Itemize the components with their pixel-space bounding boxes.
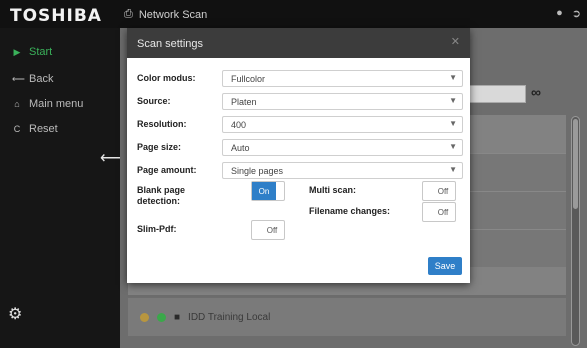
scrollbar[interactable] <box>571 116 580 346</box>
chevron-down-icon: ▼ <box>449 119 457 128</box>
source-select[interactable]: Platen ▼ <box>222 93 463 110</box>
resolution-value: 400 <box>231 120 247 130</box>
home-icon: ⌂ <box>14 99 20 109</box>
top-bar: TOSHIBA ⎙ Network Scan ● ➲ <box>0 0 587 28</box>
save-button[interactable]: Save <box>428 257 462 275</box>
status-dot-icon <box>157 312 166 322</box>
multi-scan-toggle[interactable]: Off <box>422 181 456 201</box>
dialog-header: Scan settings ✕ <box>127 28 470 58</box>
sidebar-item-reset[interactable]: C Reset <box>0 118 120 140</box>
color-modus-select[interactable]: Fullcolor ▼ <box>222 70 463 87</box>
filename-changes-label: Filename changes: <box>309 206 391 216</box>
sidebar-item-main-menu[interactable]: ⌂ Main menu <box>0 93 120 115</box>
list-item-idd-training[interactable]: ■ IDD Training Local <box>128 298 566 336</box>
source-value: Platen <box>231 97 257 107</box>
close-icon[interactable]: ✕ <box>451 35 460 48</box>
sidebar-item-label: Main menu <box>29 98 84 110</box>
sidebar-item-label: Start <box>29 46 53 58</box>
toggle-knob <box>423 203 431 221</box>
gear-icon[interactable]: ⚙ <box>8 304 22 324</box>
sidebar-item-start[interactable]: ▶ Start <box>0 41 120 63</box>
color-modus-label: Color modus: <box>137 73 196 83</box>
sidebar-item-label: Back <box>29 73 54 85</box>
sidebar-item-back[interactable]: ⟵ Back <box>0 68 120 90</box>
color-modus-value: Fullcolor <box>231 74 266 84</box>
toggle-state: Off <box>437 186 449 196</box>
page-amount-value: Single pages <box>231 166 284 176</box>
toggle-state: Off <box>437 207 449 217</box>
page-size-select[interactable]: Auto ▼ <box>222 139 463 156</box>
play-icon: ▶ <box>13 46 21 57</box>
status-dot-icon <box>140 312 149 322</box>
printer-icon: ⎙ <box>124 8 133 20</box>
scan-settings-dialog: Scan settings ✕ Color modus: Fullcolor ▼ … <box>127 28 470 283</box>
resolution-label: Resolution: <box>137 119 187 129</box>
toggle-knob <box>252 221 260 239</box>
slim-pdf-label: Slim-Pdf: <box>137 224 177 234</box>
user-icon[interactable]: ● <box>556 7 563 20</box>
dialog-title: Scan settings <box>137 38 204 50</box>
blank-page-detection-toggle[interactable]: On <box>251 181 285 201</box>
arrow-left-icon: ⟵ <box>12 73 25 84</box>
brand-logo: TOSHIBA <box>10 6 102 26</box>
chevron-down-icon: ▼ <box>449 142 457 151</box>
toggle-state: On <box>252 182 276 200</box>
scrollbar-thumb[interactable] <box>573 119 578 209</box>
logout-icon[interactable]: ➲ <box>572 7 581 20</box>
filename-changes-toggle[interactable]: Off <box>422 202 456 222</box>
toggle-state: Off <box>266 225 278 235</box>
slim-pdf-toggle[interactable]: Off <box>251 220 285 240</box>
page-title: Network Scan <box>138 8 208 21</box>
multi-scan-label: Multi scan: <box>309 185 357 195</box>
chevron-down-icon: ▼ <box>449 165 457 174</box>
chevron-down-icon: ▼ <box>449 96 457 105</box>
blank-page-detection-label: Blank page detection: <box>137 185 186 206</box>
top-bar-title: ⎙ Network Scan <box>124 8 207 21</box>
page-amount-select[interactable]: Single pages ▼ <box>222 162 463 179</box>
chevron-down-icon: ▼ <box>449 73 457 82</box>
page-size-label: Page size: <box>137 142 182 152</box>
sidebar: ▶ Start ⟵ Back ⌂ Main menu C Reset <box>0 28 120 348</box>
source-label: Source: <box>137 96 171 106</box>
sidebar-item-label: Reset <box>29 123 58 135</box>
toggle-knob <box>276 182 284 200</box>
page-amount-label: Page amount: <box>137 165 197 175</box>
folder-icon: ■ <box>174 311 181 323</box>
link-icon[interactable]: ∞ <box>531 84 541 100</box>
reset-icon: C <box>13 124 21 134</box>
toggle-knob <box>423 182 431 200</box>
page-size-value: Auto <box>231 143 250 153</box>
resolution-select[interactable]: 400 ▼ <box>222 116 463 133</box>
list-item-label: IDD Training Local <box>188 311 271 323</box>
top-bar-actions: ● ➲ <box>556 7 581 20</box>
